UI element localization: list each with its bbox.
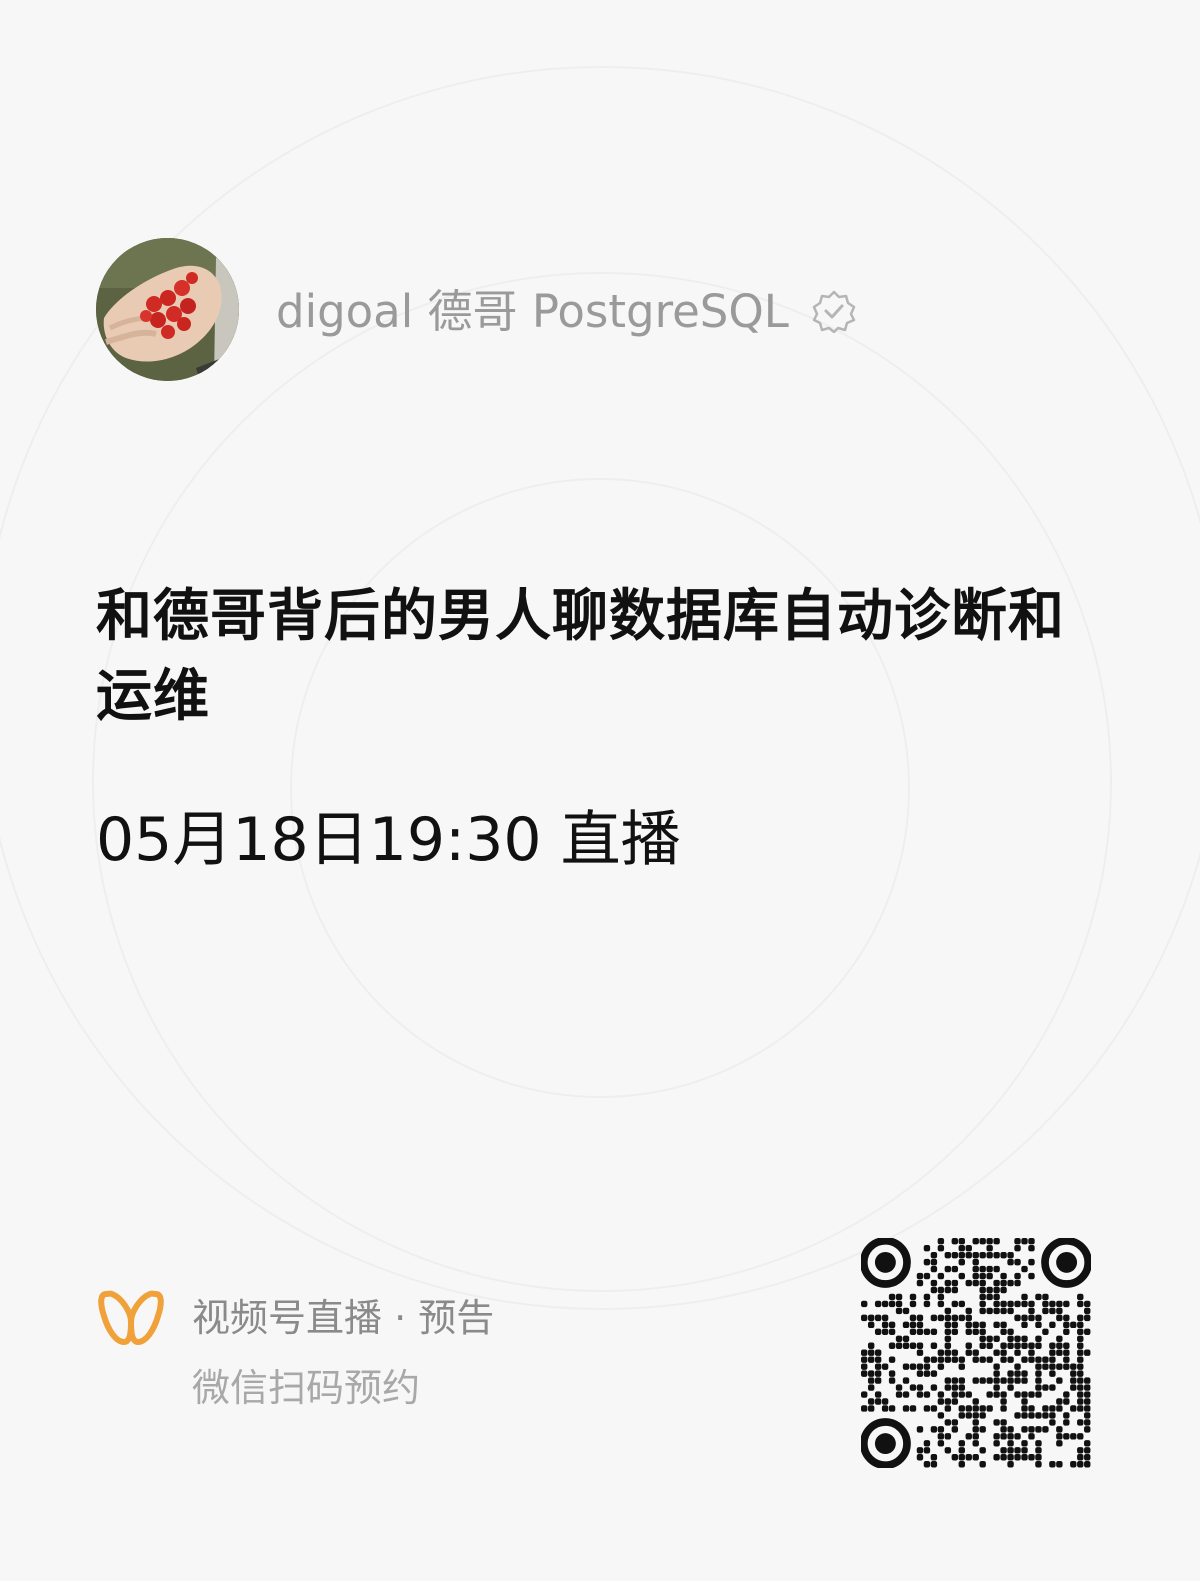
qr-code[interactable] — [861, 1238, 1091, 1468]
background-ring-middle — [92, 272, 1112, 1292]
account-name[interactable]: digoal 德哥 PostgreSQL — [276, 284, 789, 340]
verified-badge-icon — [812, 290, 856, 333]
qr-finder-dot — [874, 1433, 896, 1455]
footer-title: 视频号直播 · 预告 — [192, 1296, 495, 1340]
avatar[interactable] — [96, 238, 239, 381]
background-ring-inner — [290, 478, 910, 1098]
wechat-channels-icon — [98, 1290, 164, 1345]
qr-finder-dot — [874, 1251, 896, 1273]
event-title: 和德哥背后的男人聊数据库自动诊断和运维 — [96, 584, 1065, 729]
qr-finder-dot — [1056, 1251, 1078, 1273]
event-time: 05月18日19:30 直播 — [96, 805, 681, 875]
avatar-hand-with-berries-icon — [96, 238, 239, 381]
footer-hint: 微信扫码预约 — [192, 1366, 421, 1410]
